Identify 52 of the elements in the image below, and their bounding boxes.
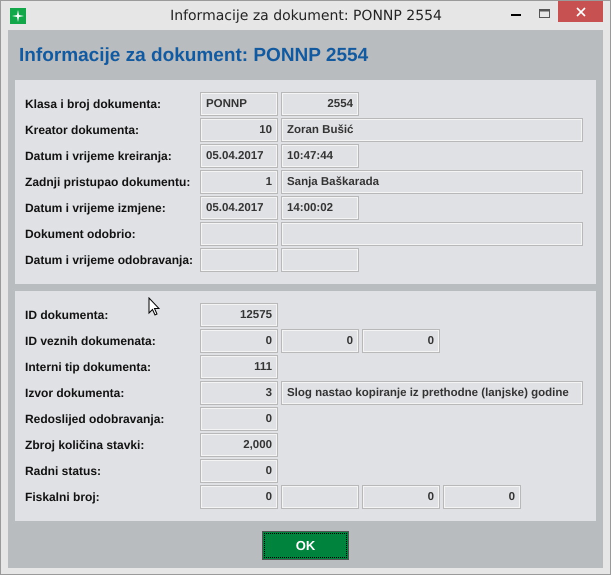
- field-label: Interni tip dokumenta:: [25, 360, 152, 374]
- field-label: Redoslijed odobravanja:: [25, 412, 166, 426]
- readonly-field[interactable]: 05.04.2017: [200, 196, 278, 220]
- field-label: ID veznih dokumenata:: [25, 334, 157, 348]
- readonly-field[interactable]: 2554: [281, 92, 359, 116]
- readonly-field[interactable]: 0: [200, 329, 278, 353]
- readonly-field[interactable]: 0: [200, 485, 278, 509]
- readonly-field[interactable]: Zoran Bušić: [281, 118, 583, 142]
- close-icon: [576, 6, 586, 16]
- field-label: Zbroj količina stavki:: [25, 438, 146, 452]
- readonly-field[interactable]: 0: [362, 329, 440, 353]
- readonly-field[interactable]: 3: [200, 381, 278, 405]
- readonly-field[interactable]: 0: [281, 329, 359, 353]
- readonly-field[interactable]: 0: [443, 485, 521, 509]
- readonly-field[interactable]: [281, 248, 359, 272]
- cursor-icon: [148, 297, 160, 316]
- readonly-field[interactable]: [281, 222, 583, 246]
- readonly-field[interactable]: 05.04.2017: [200, 144, 278, 168]
- field-label: Datum i vrijeme izmjene:: [25, 201, 167, 215]
- readonly-field[interactable]: 10: [200, 118, 278, 142]
- field-label: Izvor dokumenta:: [25, 386, 126, 400]
- readonly-field[interactable]: [200, 222, 278, 246]
- field-label: Zadnji pristupao dokumentu:: [25, 175, 192, 189]
- field-label: ID dokumenta:: [25, 308, 110, 322]
- window-title: Informacije za dokument: PONNP 2554: [169, 8, 443, 24]
- readonly-field[interactable]: 2,000: [200, 433, 278, 457]
- readonly-field[interactable]: PONNP: [200, 92, 278, 116]
- field-label: Klasa i broj dokumenta:: [25, 97, 162, 111]
- readonly-field[interactable]: 12575: [200, 303, 278, 327]
- dialog-heading: Informacije za dokument: PONNP 2554: [18, 44, 370, 68]
- readonly-field[interactable]: 0: [362, 485, 440, 509]
- readonly-field[interactable]: [281, 485, 359, 509]
- readonly-field[interactable]: 111: [200, 355, 278, 379]
- maximize-icon[interactable]: [539, 9, 550, 18]
- field-label: Kreator dokumenta:: [25, 123, 140, 137]
- ok-button[interactable]: OK: [262, 531, 349, 560]
- readonly-field[interactable]: Slog nastao kopiranje iz prethodne (lanjske) godine: [281, 381, 583, 405]
- readonly-field[interactable]: 0: [200, 407, 278, 431]
- readonly-field[interactable]: 1: [200, 170, 278, 194]
- field-label: Dokument odobrio:: [25, 227, 137, 241]
- readonly-field[interactable]: [200, 248, 278, 272]
- readonly-field[interactable]: 10:47:44: [281, 144, 359, 168]
- readonly-field[interactable]: 0: [200, 459, 278, 483]
- field-label: Radni status:: [25, 464, 102, 478]
- field-label: Fiskalni broj:: [25, 490, 101, 504]
- readonly-field[interactable]: 14:00:02: [281, 196, 359, 220]
- readonly-field[interactable]: Sanja Baškarada: [281, 170, 583, 194]
- app-icon: [10, 8, 26, 24]
- minimize-icon[interactable]: [511, 14, 521, 17]
- close-button[interactable]: [558, 1, 603, 22]
- field-label: Datum i vrijeme kreiranja:: [25, 149, 173, 163]
- field-label: Datum i vrijeme odobravanja:: [25, 253, 194, 267]
